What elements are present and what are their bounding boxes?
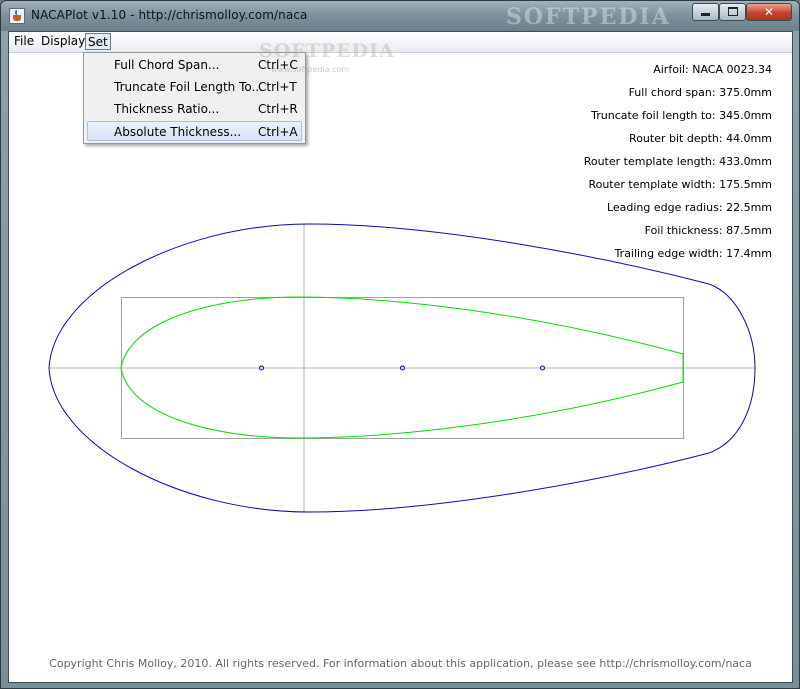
title-bar[interactable]: NACAPlot v1.10 - http://chrismolloy.com/… — [1, 1, 799, 31]
info-truncate-length: Truncate foil length to: 345.0mm — [591, 109, 772, 122]
info-template-width: Router template width: 175.5mm — [588, 178, 772, 191]
window-title: NACAPlot v1.10 - http://chrismolloy.com/… — [31, 8, 308, 22]
menu-bar: File Display Set — [9, 32, 792, 53]
menu-item-full-chord-span[interactable]: Full Chord Span... Ctrl+C — [87, 55, 302, 75]
app-window: NACAPlot v1.10 - http://chrismolloy.com/… — [0, 0, 800, 689]
java-app-icon[interactable] — [9, 8, 25, 24]
info-router-bit-depth: Router bit depth: 44.0mm — [629, 132, 772, 145]
maximize-button[interactable] — [719, 3, 746, 21]
info-template-length: Router template length: 433.0mm — [583, 155, 772, 168]
menu-item-shortcut: Ctrl+R — [258, 102, 298, 116]
menu-item-thickness-ratio[interactable]: Thickness Ratio... Ctrl+R — [87, 99, 302, 119]
info-foil-thickness: Foil thickness: 87.5mm — [644, 224, 772, 237]
menu-item-label: Thickness Ratio... — [114, 102, 220, 116]
minimize-button[interactable] — [692, 3, 719, 21]
menu-item-label: Absolute Thickness... — [114, 125, 242, 139]
menu-item-truncate-foil-length[interactable]: Truncate Foil Length To... Ctrl+T — [87, 77, 302, 97]
menu-item-label: Full Chord Span... — [114, 58, 220, 72]
menu-display[interactable]: Display — [39, 33, 87, 50]
copyright-footer: Copyright Chris Molloy, 2010. All rights… — [49, 657, 752, 670]
softpedia-watermark: SOFTPEDIA — [506, 4, 671, 30]
menu-item-shortcut: Ctrl+A — [258, 125, 298, 139]
menu-file[interactable]: File — [12, 33, 36, 50]
parameter-readout: Airfoil: NACA 0023.34 Full chord span: 3… — [584, 62, 772, 269]
set-menu-dropdown: Full Chord Span... Ctrl+C Truncate Foil … — [83, 52, 306, 144]
minimize-icon — [701, 13, 710, 16]
close-icon: ✕ — [763, 5, 775, 19]
menu-item-shortcut: Ctrl+C — [258, 58, 298, 72]
menu-item-label: Truncate Foil Length To... — [114, 80, 263, 94]
plot-area: File Display Set Airfoil: NACA 0023.34 F… — [8, 31, 793, 683]
maximize-icon — [727, 7, 738, 16]
menu-item-shortcut: Ctrl+T — [258, 80, 297, 94]
info-airfoil: Airfoil: NACA 0023.34 — [653, 63, 772, 76]
info-trailing-edge-width: Trailing edge width: 17.4mm — [614, 247, 772, 260]
menu-set[interactable]: Set — [85, 33, 111, 50]
info-full-chord-span: Full chord span: 375.0mm — [628, 86, 772, 99]
close-button[interactable]: ✕ — [746, 3, 792, 21]
info-leading-edge-radius: Leading edge radius: 22.5mm — [606, 201, 772, 214]
menu-item-absolute-thickness[interactable]: Absolute Thickness... Ctrl+A — [87, 121, 302, 141]
